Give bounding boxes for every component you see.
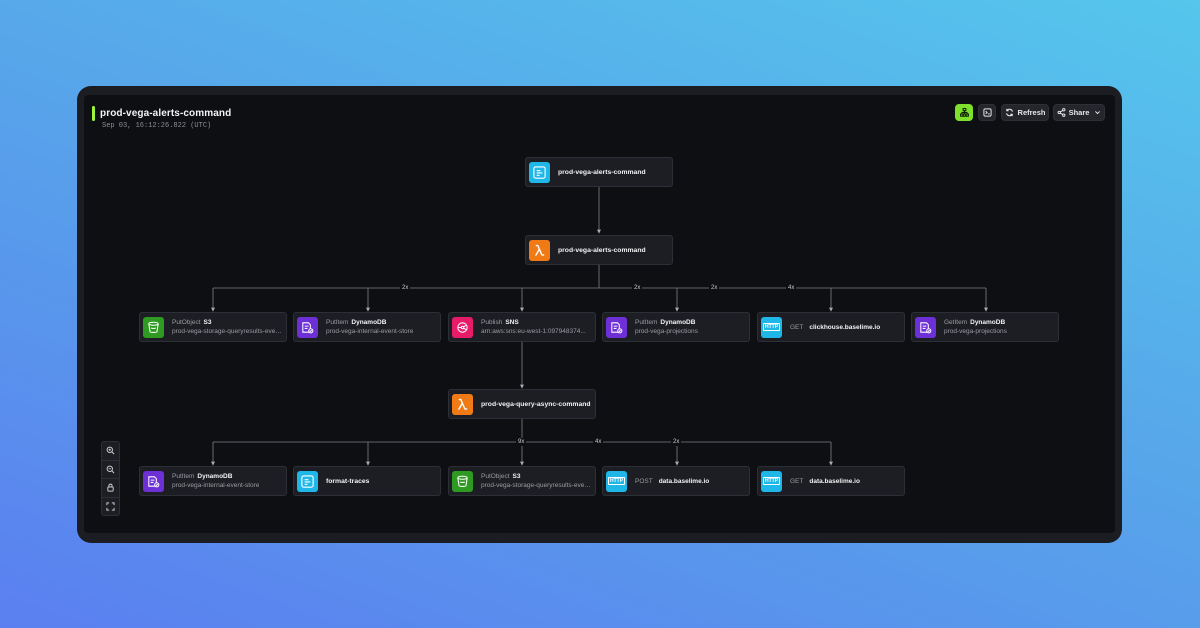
trace-node-http-post[interactable]: HTTP POST data.baselime.io xyxy=(602,466,750,496)
edge-count-badge: 2x xyxy=(400,284,411,292)
http-icon: HTTP xyxy=(761,316,782,338)
trace-node-lambda-main[interactable]: prod-vega-alerts-command xyxy=(525,235,673,265)
s3-bucket-icon xyxy=(452,470,473,492)
http-host: data.baselime.io xyxy=(658,477,710,485)
http-method: GET xyxy=(790,477,804,485)
dynamodb-icon xyxy=(606,316,627,338)
node-resource: prod-vega-storage-queryresults-event-sto… xyxy=(481,482,593,489)
trace-node-http-get-1[interactable]: HTTP GET clickhouse.baselime.io xyxy=(757,312,905,342)
log-icon xyxy=(982,108,992,117)
node-operation: PutObject xyxy=(172,319,201,326)
log-icon xyxy=(529,161,550,183)
lock-button[interactable] xyxy=(102,479,119,498)
tree-icon xyxy=(959,108,969,117)
share-label: Share xyxy=(1068,108,1090,117)
lock-icon xyxy=(107,483,114,492)
trace-node-format-traces[interactable]: format-traces xyxy=(293,466,441,496)
edge-count-badge: 2x xyxy=(671,438,682,446)
node-service: SNS xyxy=(505,319,519,326)
node-resource: prod-vega-projections xyxy=(944,328,1007,335)
zoom-controls xyxy=(101,441,120,516)
fit-view-icon xyxy=(106,502,115,511)
node-service: DynamoDB xyxy=(197,473,233,480)
trace-node-ddb-put-2[interactable]: PutItem DynamoDB prod-vega-projections xyxy=(602,312,750,342)
trace-node-ddb-get[interactable]: GetItem DynamoDB prod-vega-projections xyxy=(911,312,1059,342)
node-operation: PutItem xyxy=(635,319,658,326)
edge-count-badge: 2x xyxy=(709,284,720,292)
node-name: prod-vega-alerts-command xyxy=(558,246,646,254)
trace-node-root[interactable]: prod-vega-alerts-command xyxy=(525,157,673,187)
page-title: prod-vega-alerts-command xyxy=(100,107,232,119)
share-button[interactable]: Share xyxy=(1053,104,1105,121)
log-icon xyxy=(297,470,318,492)
dynamodb-icon xyxy=(297,316,318,338)
trace-node-s3-put-2[interactable]: PutObject S3 prod-vega-storage-queryresul… xyxy=(448,466,596,496)
share-icon xyxy=(1057,108,1065,117)
node-operation: PutItem xyxy=(326,319,349,326)
node-operation: PutObject xyxy=(481,473,510,480)
http-method: GET xyxy=(790,323,804,331)
trace-timestamp: Sep 03, 16:12:26.822 (UTC) xyxy=(102,122,212,130)
http-icon: HTTP xyxy=(761,470,782,492)
tree-view-button[interactable] xyxy=(955,104,973,121)
node-operation: GetItem xyxy=(944,319,968,326)
trace-node-ddb-put-3[interactable]: PutItem DynamoDB prod-vega-internal-event… xyxy=(139,466,287,496)
logs-view-button[interactable] xyxy=(978,104,996,121)
trace-node-ddb-put-1[interactable]: PutItem DynamoDB prod-vega-internal-event… xyxy=(293,312,441,342)
trace-node-http-get-2[interactable]: HTTP GET data.baselime.io xyxy=(757,466,905,496)
lambda-icon xyxy=(529,239,550,261)
http-host: clickhouse.baselime.io xyxy=(809,323,881,331)
http-host: data.baselime.io xyxy=(809,477,860,485)
node-resource: arn:aws:sns:eu-west-1:097948374... xyxy=(481,328,586,335)
trace-node-s3-put-1[interactable]: PutObject S3 prod-vega-storage-queryresul… xyxy=(139,312,287,342)
node-service: S3 xyxy=(512,473,521,480)
edge-count-badge: 4x xyxy=(593,438,604,446)
s3-bucket-icon xyxy=(143,316,164,338)
node-service: DynamoDB xyxy=(970,319,1006,326)
trace-node-lambda-async[interactable]: prod-vega-query-async-command xyxy=(448,389,596,419)
lambda-icon xyxy=(452,393,473,415)
edge-count-badge: 9x xyxy=(516,438,527,446)
node-service: DynamoDB xyxy=(351,319,387,326)
zoom-in-icon xyxy=(106,446,115,455)
title-accent-bar xyxy=(92,105,95,121)
node-resource: prod-vega-internal-event-store xyxy=(326,328,414,335)
refresh-icon xyxy=(1005,108,1013,117)
node-operation: Publish xyxy=(481,319,503,326)
edge-count-badge: 4x xyxy=(786,284,797,292)
node-resource: prod-vega-storage-queryresults-event-sto… xyxy=(172,328,284,335)
chevron-down-icon xyxy=(1095,111,1101,115)
page-header: prod-vega-alerts-command xyxy=(92,105,231,121)
node-operation: PutItem xyxy=(172,473,195,480)
sns-icon xyxy=(452,316,473,338)
fit-view-button[interactable] xyxy=(102,498,119,516)
edge-count-badge: 2x xyxy=(632,284,643,292)
http-method: POST xyxy=(635,477,653,485)
dynamodb-icon xyxy=(915,316,936,338)
node-resource: prod-vega-projections xyxy=(635,328,698,335)
node-service: DynamoDB xyxy=(660,319,696,326)
node-name: format-traces xyxy=(326,477,370,485)
zoom-out-button[interactable] xyxy=(102,461,119,479)
node-name: prod-vega-alerts-command xyxy=(558,168,646,176)
node-service: S3 xyxy=(203,319,212,326)
refresh-label: Refresh xyxy=(1017,108,1046,117)
http-icon: HTTP xyxy=(606,470,627,492)
node-resource: prod-vega-internal-event-store xyxy=(172,482,260,489)
trace-node-sns[interactable]: Publish SNS arn:aws:sns:eu-west-1:0979483… xyxy=(448,312,596,342)
refresh-button[interactable]: Refresh xyxy=(1001,104,1049,121)
zoom-out-icon xyxy=(106,465,115,474)
zoom-in-button[interactable] xyxy=(102,442,119,461)
dynamodb-icon xyxy=(143,470,164,492)
node-name: prod-vega-query-async-command xyxy=(481,400,591,408)
